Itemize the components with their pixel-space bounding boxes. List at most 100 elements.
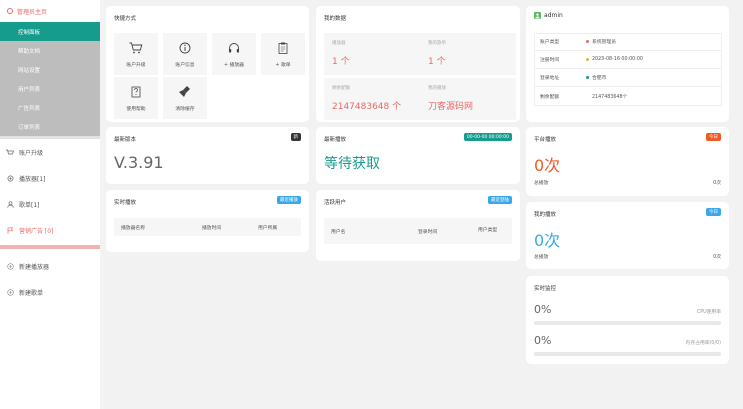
gear-icon [6, 175, 14, 182]
my-total-label: 总播放 [534, 255, 549, 260]
version-card: 最新版本 新 V.3.91 [106, 127, 309, 184]
sidebar-item-marketing-ads[interactable]: 营销广告 [0] [0, 217, 100, 243]
active-users-badge[interactable]: 最近登陆 [488, 196, 512, 204]
cpu-progress-bar [534, 321, 721, 325]
platform-play-title: 平台播放 [534, 137, 557, 143]
sidebar-item-site-settings[interactable]: 网站设置 [0, 60, 100, 79]
tile-remaining-quota: 剩余配额 2147483648 个 [324, 78, 420, 120]
tile-my-playlists: 我的歌单 1 个 [420, 33, 516, 75]
admin-row-login-location: 登录地址 合肥市 [534, 69, 722, 87]
realtime-play-badge[interactable]: 最近播放 [277, 196, 301, 204]
clipboard-icon [278, 41, 288, 55]
sidebar-item-players[interactable]: 播放器[1] [0, 165, 100, 191]
version-value: V.3.91 [114, 153, 164, 172]
shortcut-add-playlist[interactable]: + 歌单 [261, 33, 305, 75]
cpu-label: CPU使用率 [696, 310, 721, 315]
platform-total-label: 总播放 [534, 181, 549, 186]
admin-card: admin 账户类型 系统管理员 注册时间 2023-08-16 00:00:0… [526, 6, 729, 122]
my-total-value: 0次 [713, 255, 721, 260]
tile-my-play: 我的播放 刀客源码网 [420, 78, 516, 120]
sidebar-item-label: 歌单[1] [19, 201, 40, 209]
tile-label: 我的歌单 [428, 41, 446, 46]
shortcut-label: + 播放器 [224, 62, 244, 68]
sidebar-item-label: 账户升级 [19, 149, 44, 157]
tile-value: 1 个 [428, 57, 446, 67]
tile-label: 我的播放 [428, 86, 446, 91]
tile-value: 2147483648 个 [332, 102, 402, 112]
sidebar-item-order-list[interactable]: 订单列表 [0, 117, 100, 136]
column-header: 用户类型 [478, 228, 498, 233]
tile-label: 剩余配额 [332, 86, 350, 91]
plus-circle-icon [6, 262, 14, 270]
admin-row-register-time: 注册时间 2023-08-16 00:00:00 [534, 51, 722, 69]
my-play-value: 0次 [534, 231, 561, 250]
shortcut-clear-cache[interactable]: 清除缓存 [163, 77, 207, 119]
memory-value: 0% [534, 334, 552, 347]
shortcut-label: 账户信息 [175, 62, 195, 68]
admin-username: admin [544, 12, 563, 19]
sidebar-item-label: 新建歌单 [19, 289, 44, 297]
admin-row-account-type: 账户类型 系统管理员 [534, 33, 722, 51]
latest-play-card: 最新播放 00-00-00 00:00:00 等待获取 [316, 127, 520, 184]
admin-row-remaining-quota: 剩余配额 2147483648个 [534, 87, 722, 105]
shortcut-account-info[interactable]: 账户信息 [163, 33, 207, 75]
monitor-card: 实时监控 0% CPU使用率 0% 内存占用率(0/0) [526, 276, 729, 364]
broom-icon [178, 85, 192, 99]
shortcut-add-player[interactable]: + 播放器 [212, 33, 256, 75]
sidebar-home[interactable]: 管理员主页 [0, 0, 100, 22]
version-badge: 新 [290, 133, 301, 141]
sidebar-item-new-playlist[interactable]: 新建歌单 [0, 279, 100, 305]
sidebar-item-upgrade[interactable]: 账户升级 [0, 139, 100, 165]
admin-header: admin [534, 12, 563, 19]
sidebar-highlight-bar [0, 245, 100, 249]
shortcut-label: 使用帮助 [126, 106, 146, 112]
shortcut-help[interactable]: 使用帮助 [114, 77, 158, 119]
platform-play-badge: 今日 [706, 133, 721, 141]
sidebar-item-playlists[interactable]: 歌单[1] [0, 191, 100, 217]
my-play-card: 我的播放 今日 0次 总播放 0次 [526, 202, 729, 269]
status-dot-icon [586, 76, 589, 79]
realtime-play-table-header: 播放器名称 播放时间 用户所属 [114, 218, 301, 236]
shortcut-label: + 歌单 [275, 62, 291, 68]
shortcut-upgrade[interactable]: 账户升级 [114, 33, 158, 75]
realtime-play-title: 实时播放 [114, 200, 137, 206]
active-users-table-header: 用户名 登录时间 用户类型 [324, 218, 512, 244]
my-data-title: 我的数据 [324, 16, 347, 22]
tile-value: 1 个 [332, 57, 350, 67]
column-header: 播放器名称 [121, 225, 145, 231]
status-dot-icon [586, 58, 589, 61]
home-circle-icon [7, 8, 13, 14]
sidebar-item-new-player[interactable]: 新建播放器 [0, 253, 100, 279]
admin-avatar-icon [534, 12, 541, 19]
version-title: 最新版本 [114, 137, 137, 143]
user-icon [6, 200, 14, 208]
sidebar-item-dashboard[interactable]: 控制面板 [0, 22, 100, 41]
plus-circle-icon [6, 288, 14, 296]
info-key: 剩余配额 [540, 94, 560, 100]
status-dot-icon [586, 40, 589, 43]
my-play-badge: 今日 [706, 208, 721, 216]
column-header: 登录时间 [418, 229, 438, 235]
info-icon [179, 41, 191, 55]
sidebar: 管理员主页 控制面板 帮助文档 网站设置 用户列表 广告列表 订单列表 账户升级… [0, 0, 100, 409]
latest-play-time-badge: 00-00-00 00:00:00 [463, 133, 512, 141]
sidebar-item-user-list[interactable]: 用户列表 [0, 79, 100, 98]
info-value: 2023-08-16 00:00:00 [592, 57, 643, 62]
sidebar-item-label: 播放器[1] [19, 175, 46, 183]
platform-total-value: 0次 [713, 181, 721, 186]
column-header: 用户名 [331, 229, 346, 235]
tile-label: 播放器 [332, 41, 346, 46]
memory-label: 内存占用率(0/0) [685, 341, 721, 346]
active-users-title: 活跃用户 [324, 200, 347, 206]
tile-value: 刀客源码网 [428, 102, 474, 112]
sidebar-item-ad-list[interactable]: 广告列表 [0, 98, 100, 117]
column-header: 播放时间 [202, 225, 222, 231]
info-key: 登录地址 [540, 76, 560, 81]
realtime-play-card: 实时播放 最近播放 播放器名称 播放时间 用户所属 [106, 190, 309, 252]
tile-players: 播放器 1 个 [324, 33, 420, 75]
help-icon [131, 85, 141, 99]
column-header: 用户所属 [258, 225, 278, 231]
platform-play-card: 平台播放 今日 0次 总播放 0次 [526, 127, 729, 196]
sidebar-item-help-docs[interactable]: 帮助文档 [0, 41, 100, 60]
shortcuts-card: 快捷方式 账户升级 账户信息 + 播放器 + 歌单 使用帮助 清除缓存 [106, 6, 309, 122]
